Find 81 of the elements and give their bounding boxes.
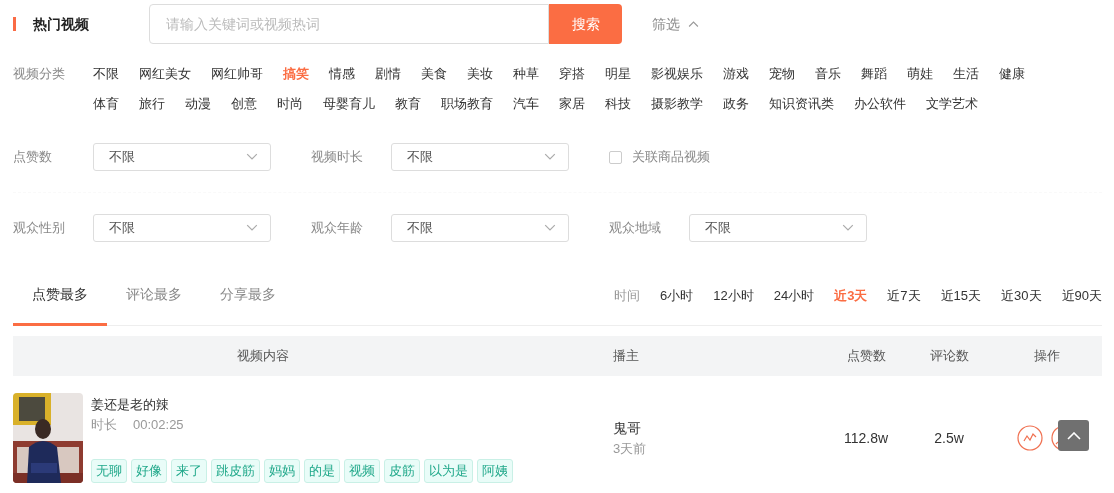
category-link[interactable]: 健康 — [999, 64, 1025, 84]
dropdown[interactable]: 不限 — [93, 214, 271, 242]
sort-tab[interactable]: 评论最多 — [107, 266, 201, 326]
category-link[interactable]: 创意 — [231, 94, 257, 114]
category-link[interactable]: 生活 — [953, 64, 979, 84]
filter-label: 观众性别 — [13, 219, 66, 238]
keyword-tag: 皮筋 — [384, 459, 420, 483]
category-link[interactable]: 网红美女 — [139, 64, 191, 84]
search-field[interactable]: 请输入关键词或视频热词 — [149, 4, 549, 44]
category-link[interactable]: 网红帅哥 — [211, 64, 263, 84]
keyword-tag: 妈妈 — [264, 459, 300, 483]
category-link[interactable]: 家居 — [559, 94, 585, 114]
category-link[interactable]: 动漫 — [185, 94, 211, 114]
filter-label: 视频分类 — [13, 65, 66, 83]
category-link[interactable]: 汽车 — [513, 94, 539, 114]
category-link[interactable]: 剧情 — [375, 64, 401, 84]
sort-tab[interactable]: 点赞最多 — [13, 266, 107, 326]
time-option[interactable]: 近90天 — [1041, 285, 1102, 306]
category-link[interactable]: 办公软件 — [854, 94, 906, 114]
category-link[interactable]: 科技 — [605, 94, 631, 114]
category-link[interactable]: 宠物 — [769, 64, 795, 84]
dropdown[interactable]: 不限 — [689, 214, 867, 242]
keyword-tag: 阿姨 — [477, 459, 513, 483]
checkbox-label[interactable]: 关联商品视频 — [632, 147, 710, 167]
author-name[interactable]: 鬼哥 — [613, 417, 813, 439]
video-title[interactable]: 姜还是老的辣 — [91, 395, 513, 415]
dropdown[interactable]: 不限 — [391, 214, 569, 242]
category-link[interactable]: 音乐 — [815, 64, 841, 84]
category-link[interactable]: 摄影教学 — [651, 94, 703, 114]
category-link[interactable]: 旅行 — [139, 94, 165, 114]
column-header: 播主 — [613, 348, 639, 364]
filter-toggle[interactable]: 筛选 — [652, 13, 699, 35]
dropdown[interactable]: 不限 — [93, 143, 271, 171]
category-link[interactable]: 美食 — [421, 64, 447, 84]
keyword-tag: 无聊 — [91, 459, 127, 483]
filter-label: 观众地域 — [609, 219, 662, 238]
category-link[interactable]: 时尚 — [277, 94, 303, 114]
category-link[interactable]: 穿搭 — [559, 64, 585, 84]
category-link[interactable]: 游戏 — [723, 64, 749, 84]
duration-value: 00:02:25 — [133, 415, 184, 434]
category-link[interactable]: 职场教育 — [441, 94, 493, 114]
category-link[interactable]: 知识资讯类 — [769, 94, 834, 114]
column-header: 视频内容 — [237, 348, 289, 364]
keyword-tag: 跳皮筋 — [211, 459, 260, 483]
filter-label: 点赞数 — [13, 148, 53, 167]
time-label: 时间 — [613, 286, 640, 305]
dropdown[interactable]: 不限 — [391, 143, 569, 171]
time-option[interactable]: 近30天 — [981, 285, 1042, 306]
keyword-tag: 以为是 — [424, 459, 473, 483]
category-link[interactable]: 舞蹈 — [861, 64, 887, 84]
post-time: 3天前 — [613, 439, 648, 458]
filter-label: 观众年龄 — [311, 219, 364, 238]
filter-label: 视频时长 — [311, 148, 364, 167]
keyword-tag: 视频 — [344, 459, 380, 483]
category-link[interactable]: 情感 — [329, 64, 355, 84]
sort-tab[interactable]: 分享最多 — [201, 266, 295, 326]
category-link[interactable]: 政务 — [723, 94, 749, 114]
keyword-tag: 好像 — [131, 459, 167, 483]
like-count: 112.8w — [843, 429, 889, 446]
duration-label: 时长 — [91, 415, 117, 434]
keyword-tag: 来了 — [171, 459, 207, 483]
category-link[interactable]: 教育 — [395, 94, 421, 114]
time-option[interactable]: 近15天 — [920, 285, 982, 306]
category-link[interactable]: 不限 — [93, 64, 119, 84]
category-link[interactable]: 明星 — [605, 64, 631, 84]
category-link[interactable]: 影视娱乐 — [651, 64, 703, 84]
column-header: 点赞数 — [846, 348, 886, 364]
category-link[interactable]: 文学艺术 — [926, 94, 978, 114]
time-option[interactable]: 12小时 — [693, 285, 754, 306]
category-link[interactable]: 萌娃 — [907, 64, 933, 84]
category-link[interactable]: 母婴育儿 — [323, 94, 375, 114]
time-option[interactable]: 6小时 — [639, 285, 694, 306]
time-option[interactable]: 近7天 — [867, 285, 921, 306]
category-link[interactable]: 体育 — [93, 94, 119, 114]
category-link[interactable]: 美妆 — [467, 64, 493, 84]
column-header: 评论数 — [929, 348, 969, 364]
column-header: 操作 — [1034, 348, 1060, 364]
comment-count: 2.5w — [934, 429, 964, 446]
time-option[interactable]: 24小时 — [753, 285, 815, 306]
keyword-tag: 的是 — [304, 459, 340, 483]
category-link[interactable]: 种草 — [513, 64, 539, 84]
